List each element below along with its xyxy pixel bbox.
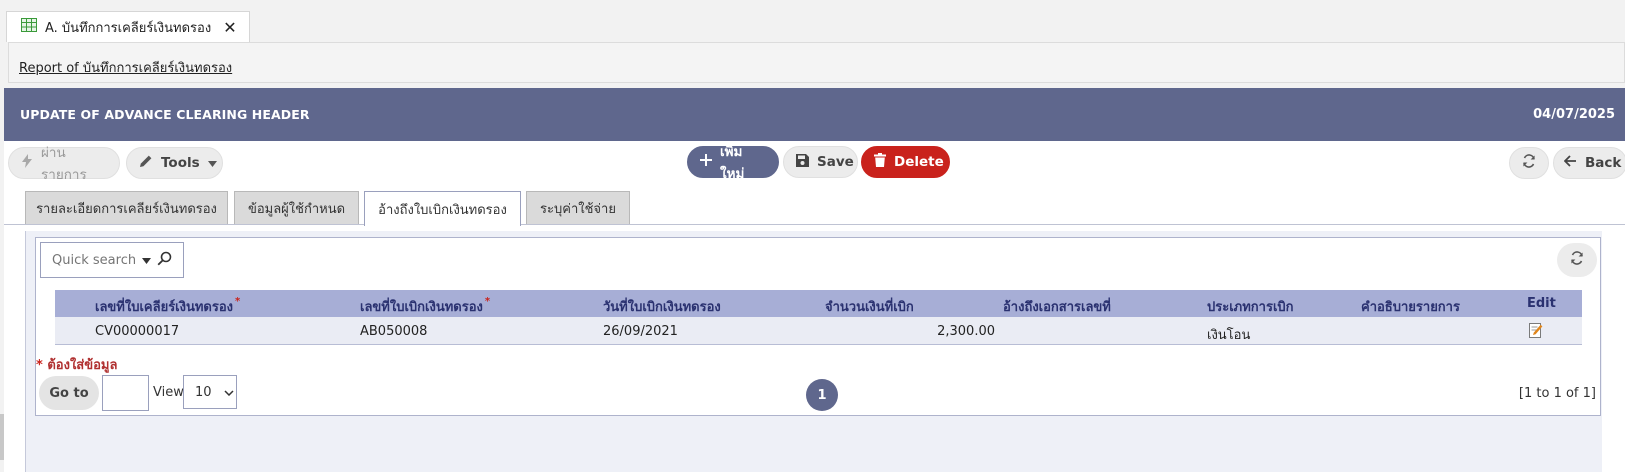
page-info: [1 to 1 of 1] xyxy=(1518,386,1596,401)
tab-clearing-details[interactable]: รายละเอียดการเคลียร์เงินทดรอง xyxy=(25,191,228,224)
floppy-disk-icon xyxy=(796,153,809,171)
left-edge-strip xyxy=(0,414,4,460)
column-header[interactable]: เลขที่ใบเคลียร์เงินทดรอง * xyxy=(95,296,240,317)
document-tab[interactable]: A. บันทึกการเคลียร์เงินทดรอง ✕ xyxy=(6,11,250,42)
post-button[interactable]: ผ่านรายการ xyxy=(8,145,120,183)
refresh-icon xyxy=(1522,154,1536,172)
document-tab-label: A. บันทึกการเคลียร์เงินทดรอง xyxy=(45,20,212,36)
table-cell: CV00000017 xyxy=(95,324,180,339)
page-title: UPDATE OF ADVANCE CLEARING HEADER xyxy=(20,107,310,122)
header-date: 04/07/2025 xyxy=(1533,107,1615,122)
add-new-button-label: เพิ่มใหม่ xyxy=(720,144,745,182)
search-icon[interactable] xyxy=(157,251,172,270)
lightning-icon xyxy=(21,154,33,172)
table-cell: 26/09/2021 xyxy=(603,324,678,339)
required-note: * ต้องใส่ข้อมูล xyxy=(36,358,118,373)
table-cell: เงินโอน xyxy=(1207,328,1251,343)
table-row[interactable]: CV00000017 AB050008 26/09/2021 2,300.00 … xyxy=(55,317,1582,345)
column-header[interactable]: ประเภทการเบิก xyxy=(1207,296,1294,317)
page-header: UPDATE OF ADVANCE CLEARING HEADER 04/07/… xyxy=(4,88,1625,141)
report-link[interactable]: Report of บันทึกการเคลียร์เงินทดรอง xyxy=(19,57,232,78)
table-cell: 2,300.00 xyxy=(937,324,995,339)
add-new-button[interactable]: เพิ่มใหม่ xyxy=(687,144,779,182)
back-button-label: Back xyxy=(1585,155,1622,171)
page-button-current[interactable]: 1 xyxy=(806,379,838,411)
refresh-button[interactable] xyxy=(1509,147,1549,179)
table-header: เลขที่ใบเคลียร์เงินทดรอง * เลขที่ใบเบิกเง… xyxy=(55,290,1582,317)
page-size-select[interactable]: 10 xyxy=(183,375,237,409)
caret-down-icon[interactable] xyxy=(142,253,151,268)
tab-user-defined[interactable]: ข้อมูลผู้ใช้กำหนด xyxy=(234,191,359,224)
pencil-icon xyxy=(139,154,153,172)
post-button-label: ผ่านรายการ xyxy=(41,145,87,183)
delete-button[interactable]: Delete xyxy=(861,146,950,178)
plus-icon xyxy=(700,154,712,170)
refresh-icon xyxy=(1570,251,1584,269)
view-label: View xyxy=(153,385,184,400)
column-header[interactable]: อ้างถึงเอกสารเลขที่ xyxy=(1003,296,1111,317)
table-cell: AB050008 xyxy=(360,324,428,339)
edit-note-icon[interactable] xyxy=(1529,322,1543,342)
quick-search[interactable] xyxy=(40,242,184,278)
tools-button-label: Tools xyxy=(161,155,200,171)
grid-refresh-button[interactable] xyxy=(1557,243,1597,277)
tab-expenses[interactable]: ระบุค่าใช้จ่าย xyxy=(526,191,630,224)
chevron-down-icon xyxy=(224,385,234,400)
spreadsheet-icon xyxy=(21,18,37,36)
close-icon[interactable]: ✕ xyxy=(223,18,236,37)
delete-button-label: Delete xyxy=(894,154,944,170)
search-input[interactable] xyxy=(52,252,136,268)
page-size-value: 10 xyxy=(195,384,212,400)
tools-button[interactable]: Tools xyxy=(126,147,223,179)
caret-down-icon xyxy=(207,155,217,171)
column-header[interactable]: Edit xyxy=(1527,296,1556,311)
save-button-label: Save xyxy=(817,154,854,170)
go-to-button[interactable]: Go to xyxy=(39,376,99,410)
trash-icon xyxy=(874,153,886,171)
column-header[interactable]: คำอธิบายรายการ xyxy=(1361,296,1460,317)
column-header[interactable]: จำนวนเงินที่เบิก xyxy=(825,296,914,317)
tab-advance-reference[interactable]: อ้างถึงใบเบิกเงินทดรอง xyxy=(364,191,521,226)
report-bar: Report of บันทึกการเคลียร์เงินทดรอง xyxy=(8,42,1625,83)
save-button[interactable]: Save xyxy=(783,146,858,178)
page-number-input[interactable] xyxy=(102,375,149,411)
column-header[interactable]: วันที่ใบเบิกเงินทดรอง xyxy=(603,296,721,317)
column-header[interactable]: เลขที่ใบเบิกเงินทดรอง * xyxy=(360,296,490,317)
arrow-left-icon xyxy=(1563,155,1577,171)
back-button[interactable]: Back xyxy=(1553,147,1625,179)
